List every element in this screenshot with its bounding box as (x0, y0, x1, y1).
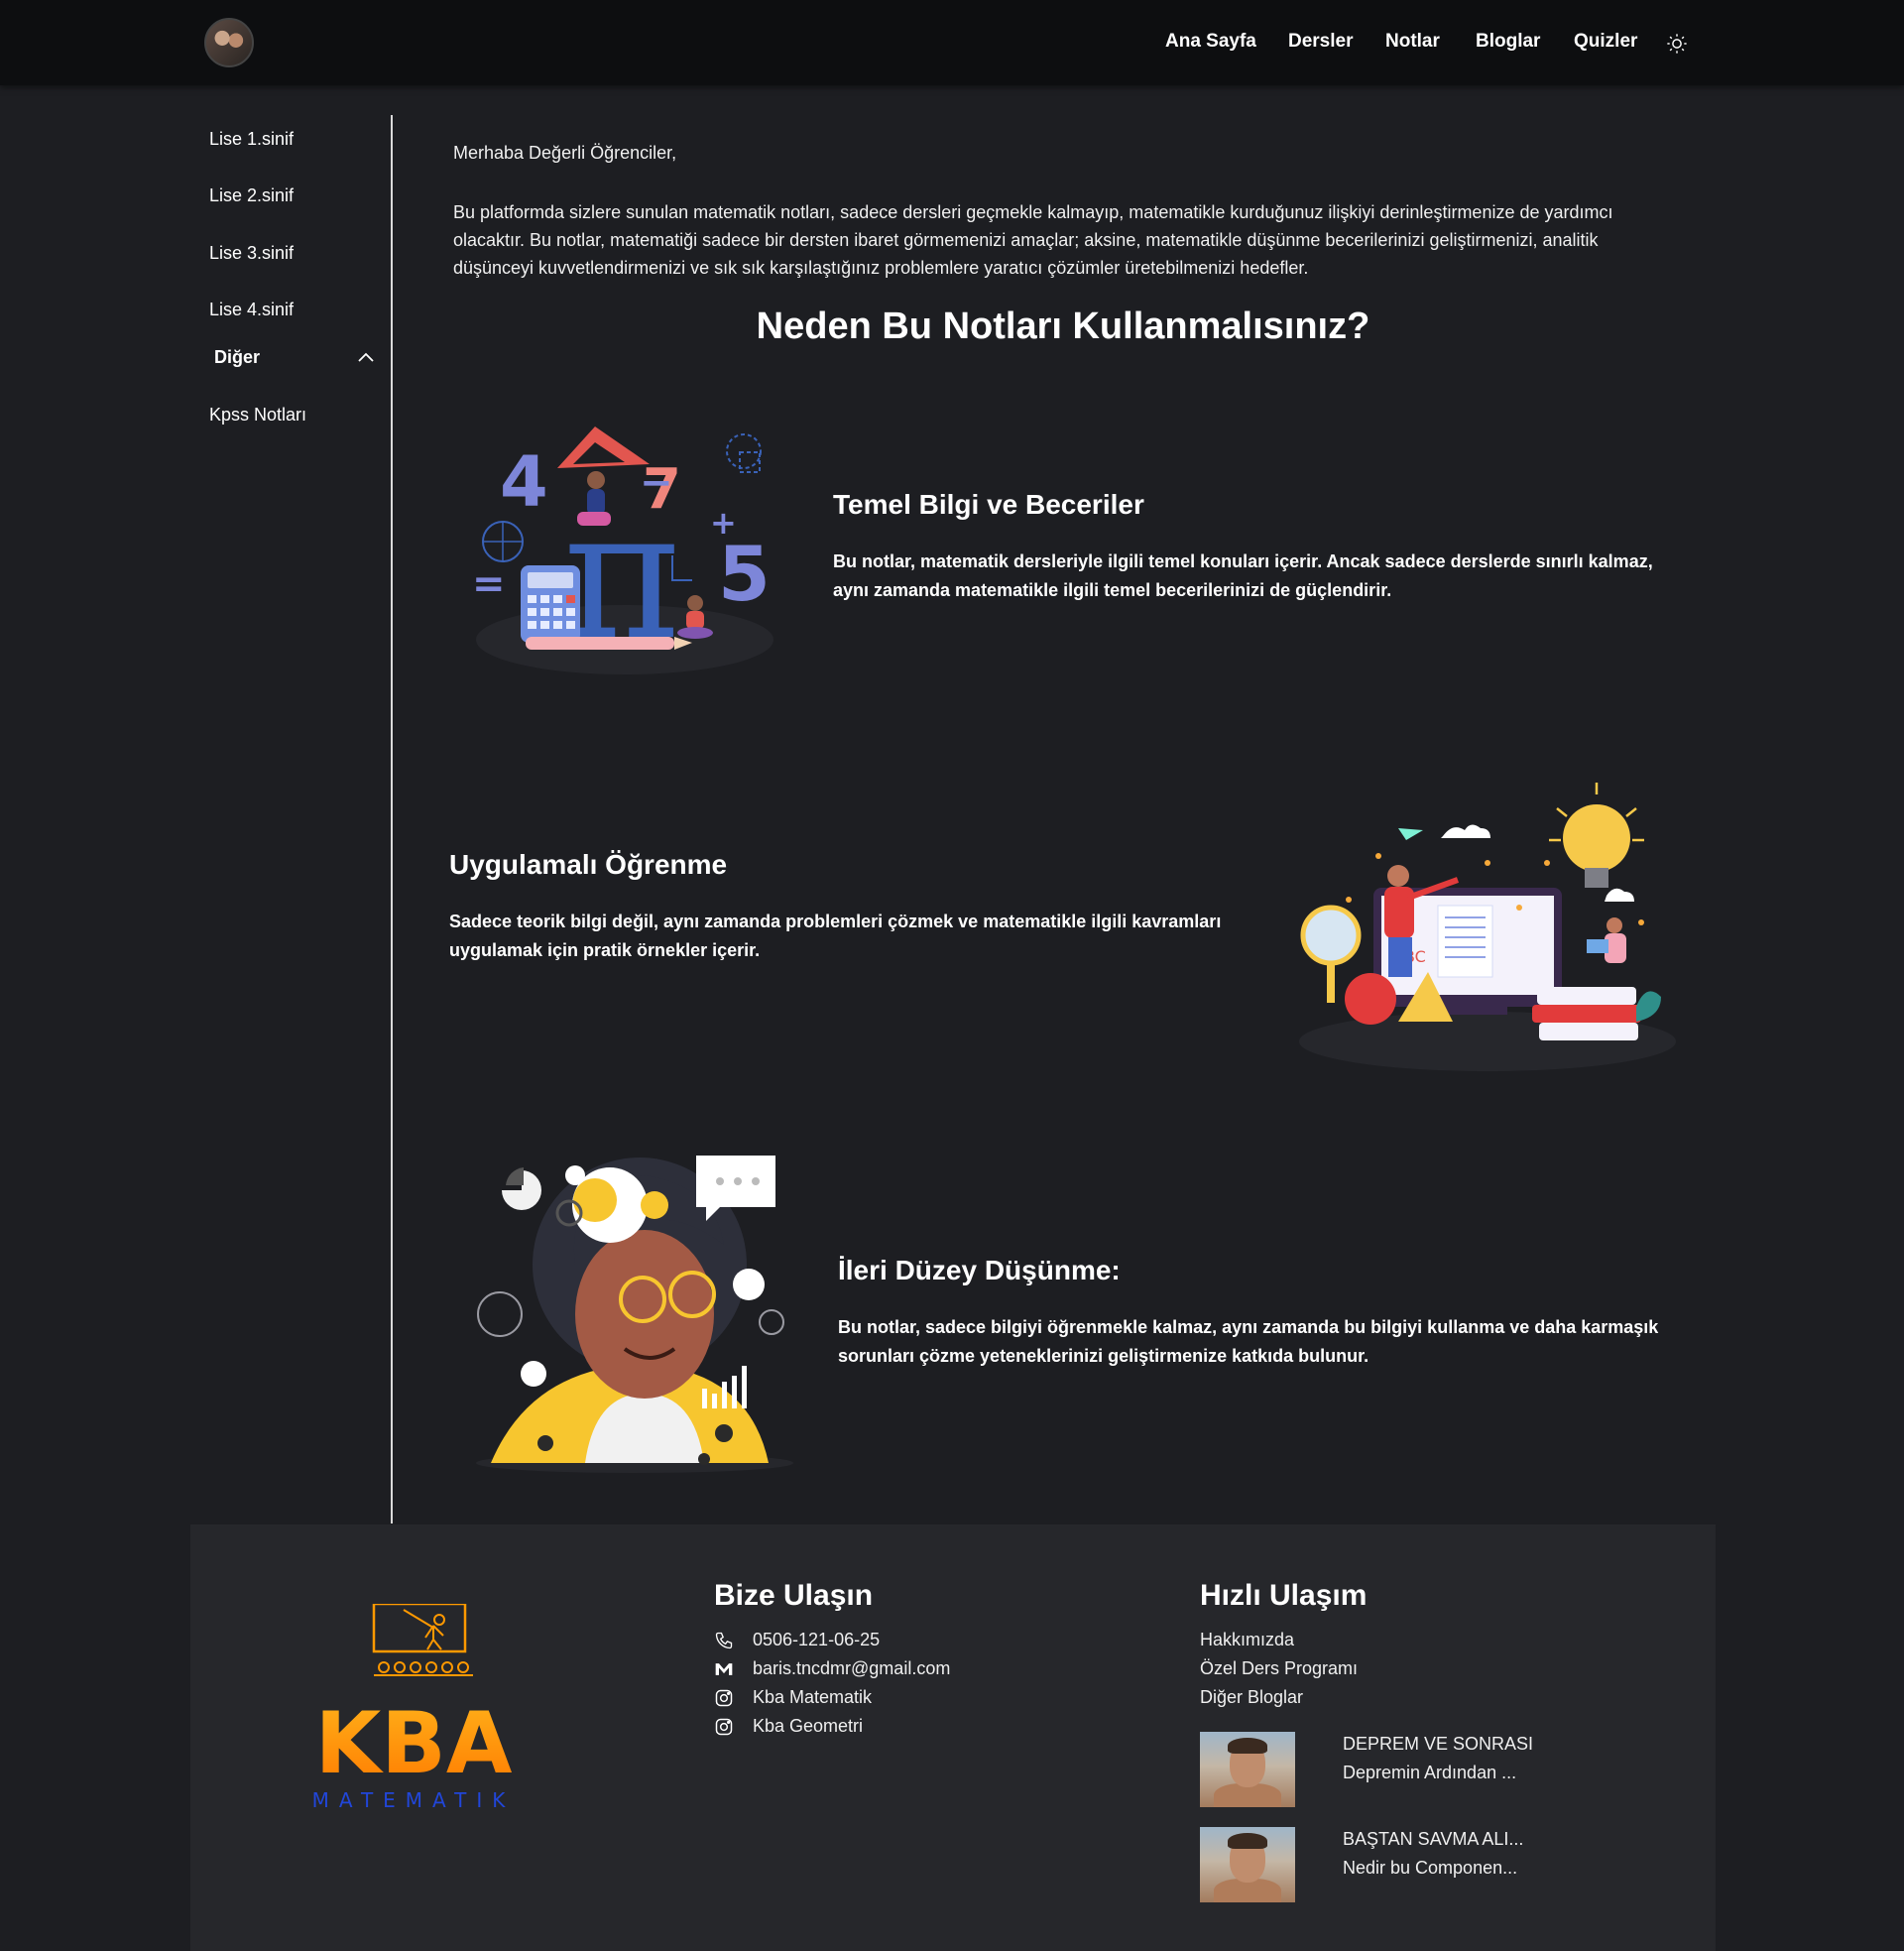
mail-icon (715, 1663, 733, 1675)
contact-instagram-matematik[interactable]: Kba Matematik (753, 1687, 872, 1708)
feature-title-uygulamali: Uygulamalı Öğrenme (449, 849, 728, 880)
quick-link-ozel-ders[interactable]: Özel Ders Programı (1200, 1658, 1358, 1679)
svg-text:KBA: KBA (315, 1694, 513, 1793)
blog-thumbnail[interactable] (1200, 1732, 1295, 1807)
nav-link-notlar[interactable]: Notlar (1385, 31, 1440, 53)
sidebar-item-lise-3[interactable]: Lise 3.sinif (209, 243, 294, 264)
intro-paragraph: Bu platformda sizlere sunulan matematik … (453, 202, 1613, 278)
thinking-person-illustration (476, 1156, 793, 1473)
svg-text:MATEMATIK: MATEMATIK (312, 1788, 516, 1812)
svg-text:5: 5 (718, 530, 771, 618)
sidebar-group-diger[interactable]: Diğer (214, 347, 260, 368)
feature-title-ileri-duzey: İleri Düzey Düşünme: (838, 1255, 1121, 1285)
feature-text-temel-bilgi: Bu notlar, matematik dersleriyle ilgili … (833, 551, 1653, 600)
footer-quick-title: Hızlı Ulaşım (1200, 1579, 1368, 1612)
blog-excerpt[interactable]: Nedir bu Componen... (1343, 1858, 1517, 1879)
quick-link-diger-bloglar[interactable]: Diğer Bloglar (1200, 1687, 1303, 1708)
blog-excerpt[interactable]: Depremin Ardından ... (1343, 1763, 1516, 1783)
sidebar-item-lise-2[interactable]: Lise 2.sinif (209, 185, 294, 206)
instagram-icon (715, 1718, 733, 1736)
footer-contact-title: Bize Ulaşın (714, 1579, 874, 1612)
sidebar-divider (391, 115, 393, 1524)
sun-icon[interactable] (1666, 33, 1688, 55)
phone-icon (715, 1632, 733, 1649)
blog-title[interactable]: BAŞTAN SAVMA ALI... (1343, 1829, 1523, 1850)
section-title: Neden Bu Notları Kullanmalısınız? (756, 305, 1370, 347)
blog-title[interactable]: DEPREM VE SONRASI (1343, 1734, 1533, 1755)
contact-email[interactable]: baris.tncdmr@gmail.com (753, 1658, 950, 1679)
instagram-icon (715, 1689, 733, 1707)
math-symbols-illustration: 4 7 − + 5 = π (472, 427, 774, 679)
sidebar-item-lise-4[interactable]: Lise 4.sinif (209, 300, 294, 320)
feature-title-temel-bilgi: Temel Bilgi ve Beceriler (833, 489, 1144, 520)
sidebar-item-lise-1[interactable]: Lise 1.sinif (209, 129, 294, 150)
contact-phone[interactable]: 0506-121-06-25 (753, 1630, 880, 1650)
nav-link-ana-sayfa[interactable]: Ana Sayfa (1165, 31, 1256, 53)
top-navbar: Ana Sayfa Dersler Notlar Bloglar Quizler (0, 0, 1904, 85)
svg-text:=: = (472, 561, 506, 607)
teacher-classroom-illustration: ABC (1299, 783, 1676, 1071)
greeting-text: Merhaba Değerli Öğrenciler, (453, 143, 677, 163)
quick-link-hakkimizda[interactable]: Hakkımızda (1200, 1630, 1294, 1650)
sidebar-item-kpss-notlari[interactable]: Kpss Notları (209, 405, 306, 426)
kba-matematik-logo[interactable]: KBA MATEMATIK (285, 1604, 542, 1832)
feature-text-uygulamali: Sadece teorik bilgi değil, aynı zamanda … (449, 912, 1222, 960)
svg-text:4: 4 (500, 441, 548, 523)
nav-link-bloglar[interactable]: Bloglar (1476, 31, 1540, 53)
chevron-up-icon[interactable] (357, 351, 375, 363)
nav-link-dersler[interactable]: Dersler (1288, 31, 1354, 53)
nav-link-quizler[interactable]: Quizler (1574, 31, 1637, 53)
footer: KBA MATEMATIK Bize Ulaşın 0506-121-06-25… (190, 1524, 1716, 1951)
contact-instagram-geometri[interactable]: Kba Geometri (753, 1716, 863, 1737)
feature-text-ileri-duzey: Bu notlar, sadece bilgiyi öğrenmekle kal… (838, 1317, 1659, 1366)
main-nav: Ana Sayfa Dersler Notlar Bloglar Quizler (0, 0, 1904, 85)
blog-thumbnail[interactable] (1200, 1827, 1295, 1902)
